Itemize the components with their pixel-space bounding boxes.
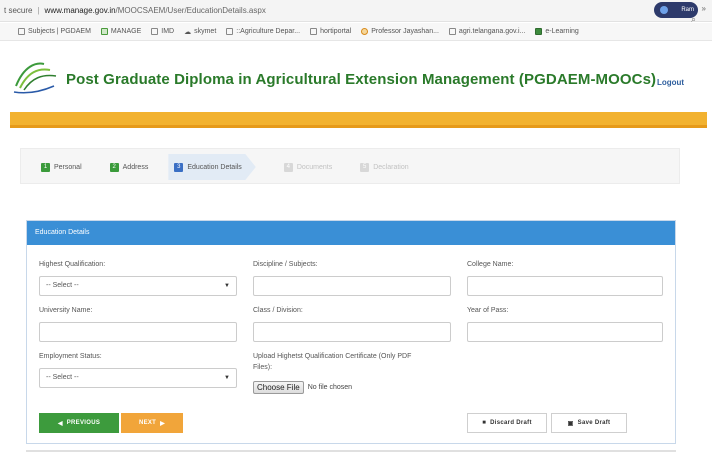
bookmark-professor[interactable]: Professor Jayashan... (361, 28, 439, 35)
step-number: 3 (174, 162, 184, 172)
choose-file-button[interactable]: Choose File (253, 381, 304, 394)
year-of-pass-label: Year of Pass: (467, 307, 509, 314)
panel-heading: Education Details (27, 221, 675, 245)
bookmark-green-icon (535, 28, 543, 35)
highest-qualification-select[interactable]: -- Select -- ▼ (39, 276, 237, 296)
discipline-input[interactable] (253, 276, 451, 296)
bookmark-agri-telangana[interactable]: agri.telangana.gov.i... (448, 28, 525, 35)
bookmark-agriculture[interactable]: ::Agriculture Depar... (226, 28, 300, 35)
manage-logo (13, 62, 57, 94)
college-name-input[interactable] (467, 276, 663, 296)
bookmarks-bar: Subjects | PGDAEM MANAGE IMD ☁ skymet ::A… (0, 23, 712, 41)
previous-button[interactable]: ◀ PREVIOUS (39, 413, 119, 433)
university-name-label: University Name: (39, 307, 93, 314)
file-upload: Choose File No file chosen (253, 381, 352, 394)
employment-status-select[interactable]: -- Select -- ▼ (39, 368, 237, 388)
upload-certificate-label: Upload Highetst Qualification Certificat… (253, 353, 412, 360)
step-education-details[interactable]: 3 Education Details (168, 154, 256, 180)
class-division-label: Class / Division: (253, 307, 303, 314)
step-number: 2 (109, 162, 119, 172)
employment-status-label: Employment Status: (39, 353, 102, 360)
highest-qualification-label: Highest Qualification: (39, 261, 106, 268)
globe-icon (100, 28, 108, 35)
arrow-left-icon: ◀ (57, 420, 63, 427)
arrow-right-icon: ▶ (160, 420, 166, 427)
step-label: Address (122, 163, 149, 171)
discard-draft-button[interactable]: ■ Discard Draft (467, 413, 547, 433)
bookmark-subjects[interactable]: Subjects | PGDAEM (18, 28, 91, 35)
next-button[interactable]: NEXT ▶ (121, 413, 183, 433)
page-icon (18, 28, 25, 35)
college-name-label: College Name: (467, 261, 514, 268)
logout-link[interactable]: Logout (657, 78, 684, 87)
education-details-panel: Education Details Highest Qualification:… (26, 220, 676, 444)
step-label: Documents (296, 163, 333, 171)
security-indicator[interactable]: t secure (4, 6, 32, 15)
step-documents[interactable]: 4 Documents (283, 154, 333, 180)
bookmark-elearning[interactable]: e-Learning (535, 28, 579, 35)
header-accent-bar (10, 112, 707, 128)
url-text[interactable]: www.manage.gov.in/MOOCSAEM/User/Educatio… (45, 6, 266, 15)
browser-address-bar[interactable]: t secure | www.manage.gov.in/MOOCSAEM/Us… (0, 0, 712, 22)
save-draft-button[interactable]: ▣ Save Draft (551, 413, 627, 433)
file-status: No file chosen (307, 384, 353, 391)
page-icon (310, 28, 318, 35)
orange-circle-icon (361, 28, 369, 35)
step-personal[interactable]: 1 Personal (41, 154, 82, 180)
step-declaration[interactable]: 5 Declaration (360, 154, 409, 180)
page-bottom-divider (26, 450, 676, 452)
step-label: Personal (54, 163, 82, 171)
chevron-down-icon: ▼ (224, 283, 230, 289)
bookmark-skymet[interactable]: ☁ skymet (184, 28, 216, 36)
step-label: Education Details (187, 163, 242, 171)
step-number: 1 (41, 162, 50, 172)
profile-icon (660, 6, 668, 14)
trash-icon: ■ (482, 420, 487, 426)
chevron-down-icon: ▼ (224, 375, 230, 381)
bookmark-hortiportal[interactable]: hortiportal (310, 28, 351, 35)
save-icon: ▣ (567, 420, 574, 427)
page-icon (151, 28, 159, 35)
step-label: Declaration (373, 163, 409, 171)
page-icon (226, 28, 234, 35)
wizard-steps: 1 Personal 2 Address 3 Education Details… (20, 148, 680, 184)
url-separator: | (37, 6, 40, 15)
bookmark-imd[interactable]: IMD (151, 28, 174, 35)
cloud-icon: ☁ (184, 28, 192, 36)
page-icon (448, 28, 456, 35)
discipline-label: Discipline / Subjects: (253, 261, 318, 268)
profile-label: Ram (681, 7, 694, 13)
page-title: Post Graduate Diploma in Agricultural Ex… (66, 71, 657, 88)
step-address[interactable]: 2 Address (109, 154, 149, 180)
bookmark-manage[interactable]: MANAGE (100, 28, 141, 35)
university-name-input[interactable] (39, 322, 237, 342)
class-division-input[interactable] (253, 322, 451, 342)
bookmarks-overflow-icon[interactable]: » (702, 4, 706, 13)
upload-certificate-label-cont: Files): (253, 364, 273, 371)
step-number: 5 (360, 162, 370, 172)
year-of-pass-input[interactable] (467, 322, 663, 342)
step-number: 4 (283, 162, 293, 172)
